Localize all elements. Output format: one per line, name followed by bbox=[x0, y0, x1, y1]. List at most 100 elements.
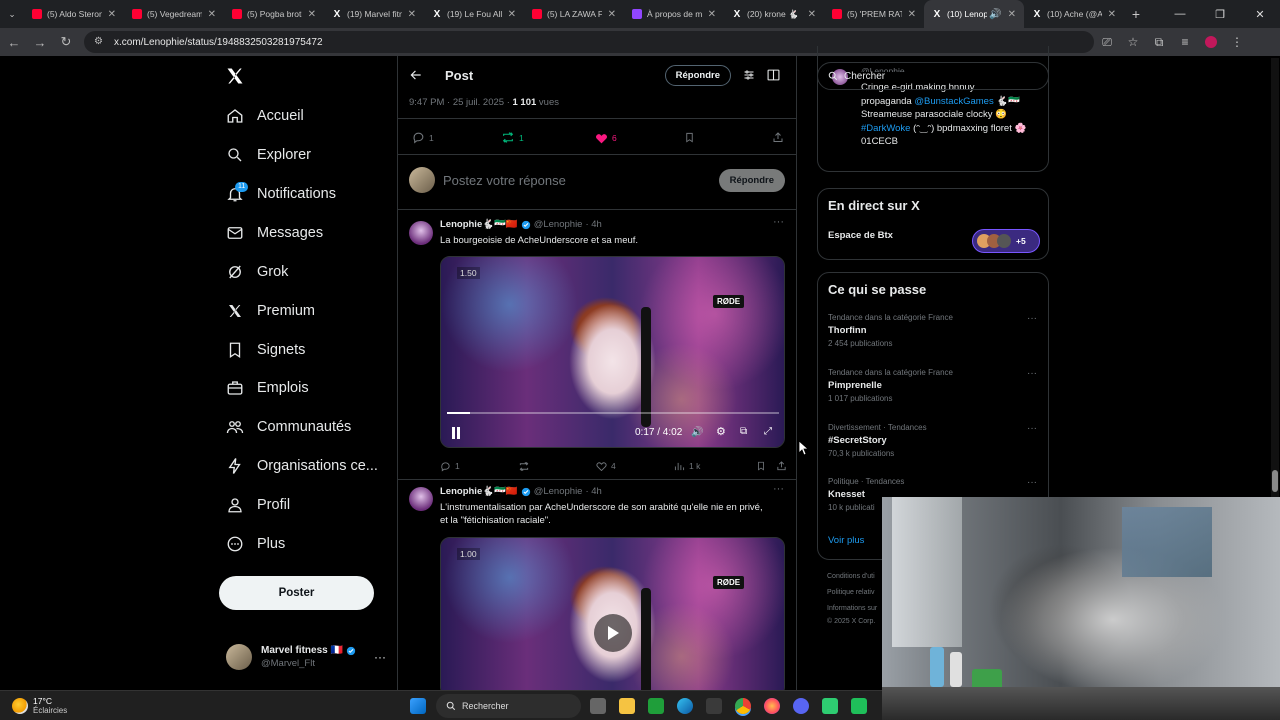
pause-icon[interactable] bbox=[451, 427, 461, 439]
browser-tab[interactable]: (5) Vegedream ✕ bbox=[124, 0, 224, 28]
close-icon[interactable]: ✕ bbox=[908, 9, 916, 20]
minimize-icon[interactable]: — bbox=[1160, 8, 1200, 20]
nvidia-icon[interactable] bbox=[648, 698, 664, 714]
author-name[interactable]: Lenophie🐇🇸🇾🇨🇳 bbox=[440, 219, 518, 230]
x-logo-icon[interactable] bbox=[225, 66, 247, 88]
nav-item-grok[interactable]: Grok bbox=[225, 257, 288, 287]
browser-tab[interactable]: X (19) Le Fou Alli ✕ bbox=[424, 0, 524, 28]
browser-tab[interactable]: X (19) Marvel fitn ✕ bbox=[324, 0, 424, 28]
browser-tab-active[interactable]: X (10) Lenop 🔊 ✕ bbox=[924, 0, 1024, 28]
cast-icon[interactable]: ⎚ bbox=[1094, 30, 1120, 54]
close-icon[interactable]: ✕ bbox=[1108, 9, 1116, 20]
back-arrow-icon[interactable] bbox=[409, 68, 423, 82]
nav-item-profil[interactable]: Profil bbox=[225, 490, 290, 520]
live-space-name[interactable]: Espace de Btx bbox=[828, 230, 893, 241]
close-icon[interactable]: ✕ bbox=[808, 9, 816, 20]
media-icon[interactable]: ≡ bbox=[1172, 30, 1198, 54]
browser-tab[interactable]: (5) 'PREM RAT ✕ bbox=[824, 0, 924, 28]
edge-icon[interactable] bbox=[677, 698, 693, 714]
more-icon[interactable]: ··· bbox=[1027, 423, 1037, 434]
extensions-icon[interactable]: ⧉ bbox=[1146, 30, 1172, 54]
menu-icon[interactable]: ⋮ bbox=[1224, 30, 1250, 54]
close-icon[interactable]: ✕ bbox=[608, 9, 616, 20]
windows-start-icon[interactable] bbox=[410, 698, 426, 714]
bookmark-icon[interactable] bbox=[756, 460, 776, 472]
close-icon[interactable]: ✕ bbox=[108, 9, 116, 20]
weather-widget[interactable]: 17°C Éclaircies bbox=[12, 696, 67, 716]
star-icon[interactable]: ☆ bbox=[1120, 30, 1146, 54]
profile-icon[interactable] bbox=[1198, 30, 1224, 54]
footer-link[interactable]: Politique relativ bbox=[827, 589, 874, 596]
filter-icon[interactable] bbox=[743, 69, 755, 81]
browser-tab[interactable]: À propos de m ✕ bbox=[624, 0, 724, 28]
settings-icon[interactable]: ⚙ bbox=[716, 425, 726, 438]
trend-item[interactable]: Tendance dans la catégorie France Thorfi… bbox=[828, 313, 1043, 348]
author-handle[interactable]: @Lenophie bbox=[534, 219, 583, 230]
browser-tab[interactable]: (5) Aldo Steron ✕ bbox=[24, 0, 124, 28]
close-icon[interactable]: ✕ bbox=[208, 9, 216, 20]
video-player[interactable]: RØDE 1.00 bbox=[440, 537, 785, 690]
reader-view-icon[interactable] bbox=[767, 69, 780, 81]
chrome-icon[interactable] bbox=[735, 698, 751, 714]
tab-list-button[interactable]: ⌄ bbox=[0, 0, 24, 28]
nav-item-communautes[interactable]: Communautés bbox=[225, 412, 351, 442]
reply-tweet[interactable]: Lenophie🐇🇸🇾🇨🇳 @Lenophie · 4h ··· L'instr… bbox=[398, 479, 796, 690]
nav-item-explorer[interactable]: Explorer bbox=[225, 140, 311, 170]
bio-hashtag-link[interactable]: #DarkWoke bbox=[861, 123, 910, 134]
forward-icon[interactable]: → bbox=[28, 30, 52, 54]
nav-item-organisations[interactable]: Organisations ce... bbox=[225, 451, 378, 481]
tweet-time[interactable]: · 4h bbox=[585, 486, 601, 497]
video-player[interactable]: RØDE 1.50 0:17 / 4:02 🔊 ⚙ ⧉ ⤢ bbox=[440, 256, 785, 448]
nav-item-premium[interactable]: Premium bbox=[225, 296, 315, 326]
more-icon[interactable]: ··· bbox=[1027, 313, 1037, 324]
browser-tab[interactable]: (5) Pogba broth ✕ bbox=[224, 0, 324, 28]
taskbar-search[interactable]: Rechercher bbox=[436, 694, 581, 718]
more-icon[interactable]: ··· bbox=[773, 216, 784, 228]
close-icon[interactable]: ✕ bbox=[408, 9, 416, 20]
bookmark-icon[interactable] bbox=[684, 131, 772, 144]
nav-item-accueil[interactable]: Accueil bbox=[225, 101, 304, 131]
nav-item-notifications[interactable]: 11 Notifications bbox=[225, 179, 336, 209]
discord-icon[interactable] bbox=[793, 698, 809, 714]
reload-icon[interactable]: ↻ bbox=[54, 30, 78, 54]
more-icon[interactable]: ··· bbox=[773, 483, 784, 495]
reply-submit-button[interactable]: Répondre bbox=[718, 168, 785, 192]
app-icon[interactable] bbox=[822, 698, 838, 714]
picture-in-picture-icon[interactable]: ⧉ bbox=[740, 426, 747, 437]
nav-item-plus[interactable]: Plus bbox=[225, 529, 285, 559]
share-icon[interactable] bbox=[772, 131, 784, 144]
footer-link[interactable]: Conditions d'uti bbox=[827, 573, 875, 580]
reply-input[interactable]: Postez votre réponse bbox=[443, 173, 719, 188]
fullscreen-icon[interactable]: ⤢ bbox=[764, 426, 772, 437]
bio-mention-link[interactable]: @BunstackGames bbox=[914, 96, 993, 107]
nav-item-emplois[interactable]: Emplois bbox=[225, 373, 309, 403]
trend-item[interactable]: Tendance dans la catégorie France Pimpre… bbox=[828, 368, 1043, 403]
footer-link[interactable]: Informations sur bbox=[827, 605, 877, 612]
account-switcher[interactable]: Marvel fitness 🇫🇷 @Marvel_Flt ··· bbox=[226, 644, 386, 670]
scrollbar-thumb[interactable] bbox=[1272, 470, 1278, 492]
reply-tweet[interactable]: Lenophie🐇🇸🇾🇨🇳 @Lenophie · 4h ··· La bour… bbox=[398, 209, 796, 479]
search-input[interactable]: Chercher bbox=[817, 62, 1049, 90]
browser-tab[interactable]: X (20) krone 🐇 ✕ bbox=[724, 0, 824, 28]
trend-item[interactable]: Divertissement · Tendances #SecretStory … bbox=[828, 423, 1043, 458]
nav-item-messages[interactable]: Messages bbox=[225, 218, 323, 248]
reply-action[interactable]: 1 bbox=[412, 131, 501, 144]
live-listeners[interactable]: +5 bbox=[972, 229, 1040, 253]
close-icon[interactable]: ✕ bbox=[708, 9, 716, 20]
like-action[interactable]: 4 bbox=[596, 461, 674, 471]
restore-icon[interactable]: ❐ bbox=[1200, 8, 1240, 21]
video-progress-track[interactable] bbox=[447, 412, 779, 414]
reply-action[interactable]: 1 bbox=[440, 461, 518, 472]
more-icon[interactable]: ··· bbox=[1027, 368, 1037, 379]
new-tab-button[interactable]: + bbox=[1124, 0, 1148, 28]
close-icon[interactable]: ✕ bbox=[508, 9, 516, 20]
firefox-icon[interactable] bbox=[764, 698, 780, 714]
file-explorer-icon[interactable] bbox=[619, 698, 635, 714]
close-window-icon[interactable]: ✕ bbox=[1240, 8, 1280, 21]
store-icon[interactable] bbox=[706, 698, 722, 714]
task-view-icon[interactable] bbox=[590, 698, 606, 714]
reply-header-button[interactable]: Répondre bbox=[664, 64, 731, 86]
tweet-time[interactable]: · 4h bbox=[585, 219, 601, 230]
post-button[interactable]: Poster bbox=[219, 576, 374, 610]
repost-action[interactable]: 1 bbox=[501, 131, 595, 144]
